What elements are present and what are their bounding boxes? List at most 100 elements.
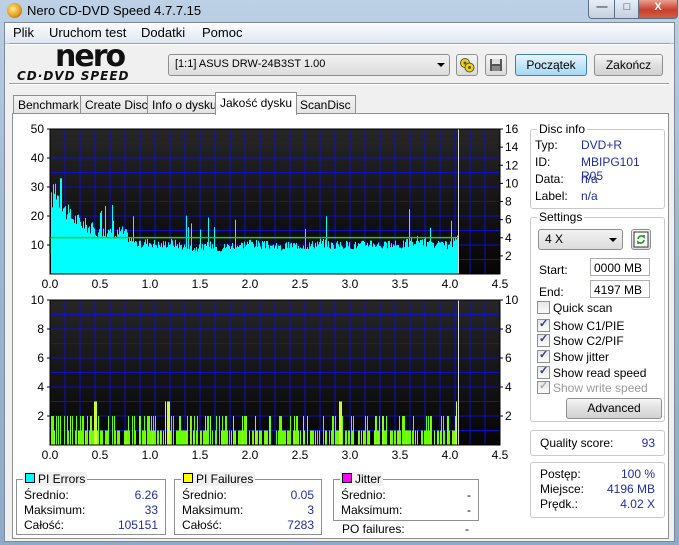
- pi-failures-bar: [169, 401, 170, 445]
- pi-errors-bar: [454, 240, 455, 274]
- pi-errors-bar: [169, 244, 170, 274]
- pi-failures-bar: [89, 430, 90, 445]
- pi-failures-bar: [58, 416, 59, 445]
- menu-plik[interactable]: Plik: [13, 25, 34, 40]
- pi-failures-bar: [200, 430, 201, 445]
- y-tick-label: 2: [37, 409, 44, 423]
- pi-errors-bar: [93, 227, 94, 274]
- pi-errors-bar: [147, 238, 148, 274]
- pi-errors-bar: [135, 241, 136, 274]
- pi-errors-bar: [163, 241, 164, 274]
- refresh-speed-button[interactable]: [631, 229, 651, 250]
- pi-failures-max-value: 3: [307, 503, 314, 517]
- pi-errors-bar: [330, 248, 331, 274]
- maximize-button[interactable]: □: [614, 0, 640, 19]
- disc-type-label: Typ:: [535, 138, 558, 152]
- pi-errors-bar: [210, 241, 211, 274]
- pi-errors-bar: [263, 242, 264, 274]
- tab-info-o-dysku[interactable]: Info o dysku: [147, 95, 222, 114]
- pi-errors-bar: [318, 244, 319, 274]
- check-icon: ✓: [539, 365, 549, 377]
- menu-pomoc[interactable]: Pomoc: [202, 25, 242, 40]
- pi-errors-bar: [128, 242, 129, 274]
- pi-errors-bar: [175, 239, 176, 274]
- show-read-speed-checkbox[interactable]: ✓ Show read speed: [537, 365, 646, 380]
- pi-failures-bar: [56, 416, 57, 445]
- pi-errors-bar: [409, 209, 410, 274]
- pi-errors-bar: [61, 178, 62, 274]
- pi-failures-bar: [267, 430, 268, 445]
- menu-uruchom-test[interactable]: Uruchom test: [49, 25, 126, 40]
- minimize-button[interactable]: —: [588, 0, 616, 19]
- y2-tick-label: 12: [505, 158, 519, 172]
- pi-failures-bar: [70, 416, 71, 445]
- close-button[interactable]: X: [638, 0, 678, 19]
- pi-failures-bar: [157, 430, 158, 445]
- pi-errors-bar: [121, 229, 122, 274]
- pi-errors-bar: [270, 245, 271, 274]
- pi-errors-bar: [357, 246, 358, 274]
- advanced-button[interactable]: Advanced: [566, 398, 662, 419]
- pi-failures-bar: [186, 430, 187, 445]
- pi-errors-bar: [307, 246, 308, 274]
- pi-errors-bar: [146, 244, 147, 274]
- pi-failures-bar: [296, 416, 297, 445]
- pi-errors-bar: [411, 238, 412, 274]
- pi-failures-bar: [437, 430, 438, 445]
- jitter-avg-label: Średnio:: [341, 488, 386, 502]
- pi-failures-bar: [335, 416, 336, 445]
- show-c2-pif-checkbox[interactable]: ✓ Show C2/PIF: [537, 333, 624, 348]
- pi-errors-bar: [262, 240, 263, 274]
- pi-failures-bar: [443, 416, 444, 445]
- pi-failures-bar: [72, 416, 73, 445]
- pi-errors-bar: [194, 248, 195, 274]
- pi-errors-bar: [204, 244, 205, 274]
- app-icon: [7, 3, 22, 18]
- show-write-speed-checkbox: ✓ Show write speed: [537, 380, 648, 395]
- end-input[interactable]: 4197 MB: [590, 280, 650, 298]
- pi-errors-bar: [407, 238, 408, 274]
- start-input[interactable]: 0000 MB: [590, 258, 650, 276]
- pi-errors-bar: [386, 242, 387, 274]
- pi-errors-bar: [254, 247, 255, 274]
- pi-errors-bar: [275, 245, 276, 274]
- drive-select[interactable]: [1:1] ASUS DRW-24B3ST 1.00: [168, 54, 450, 76]
- tab-create-disc[interactable]: Create Disc: [80, 95, 153, 114]
- show-jitter-checkbox[interactable]: ✓ Show jitter: [537, 349, 610, 364]
- pi-failures-bar: [413, 416, 414, 445]
- pi-errors-bar: [376, 246, 377, 274]
- pi-failures-bar: [167, 401, 168, 445]
- tab-jakosc-dysku[interactable]: Jakość dysku: [215, 92, 298, 115]
- pi-errors-bar: [451, 220, 452, 274]
- pi-errors-bar: [226, 246, 227, 274]
- speed-select[interactable]: 4 X: [538, 229, 623, 250]
- drive-settings-button[interactable]: [456, 54, 478, 76]
- pi-failures-bar: [375, 416, 376, 445]
- pi-failures-bar: [310, 430, 311, 445]
- start-button[interactable]: Początek: [515, 54, 587, 76]
- pi-failures-bar: [255, 416, 256, 445]
- pi-errors-bar: [134, 242, 135, 274]
- client-area: Plik Uruchom test Dodatki Pomoc nero CD·…: [4, 22, 675, 542]
- pi-errors-bar: [333, 245, 334, 274]
- pi-errors-bar: [180, 245, 181, 274]
- show-c1-pie-checkbox[interactable]: ✓ Show C1/PIE: [537, 318, 624, 333]
- pi-failures-bar: [150, 430, 151, 445]
- pi-errors-bar: [145, 239, 146, 274]
- speed-label: Prędk.:: [540, 497, 579, 511]
- save-button[interactable]: [485, 54, 507, 76]
- pi-errors-bar: [417, 235, 418, 274]
- pi-failures-bar: [412, 430, 413, 445]
- show-jitter-label: Show jitter: [553, 350, 610, 364]
- tab-benchmark[interactable]: Benchmark: [13, 95, 84, 114]
- exit-button[interactable]: Zakończ: [594, 54, 663, 76]
- tab-scandisc[interactable]: ScanDisc: [295, 95, 356, 114]
- y2-tick-label: 10: [505, 176, 519, 190]
- quick-scan-checkbox[interactable]: Quick scan: [537, 301, 612, 315]
- pi-failures-bar: [245, 416, 246, 445]
- menu-dodatki[interactable]: Dodatki: [141, 25, 185, 40]
- pi-failures-bar: [331, 430, 332, 445]
- pi-errors-bar: [153, 243, 154, 274]
- pi-errors-bar: [377, 244, 378, 274]
- pi-failures-bar: [83, 416, 84, 445]
